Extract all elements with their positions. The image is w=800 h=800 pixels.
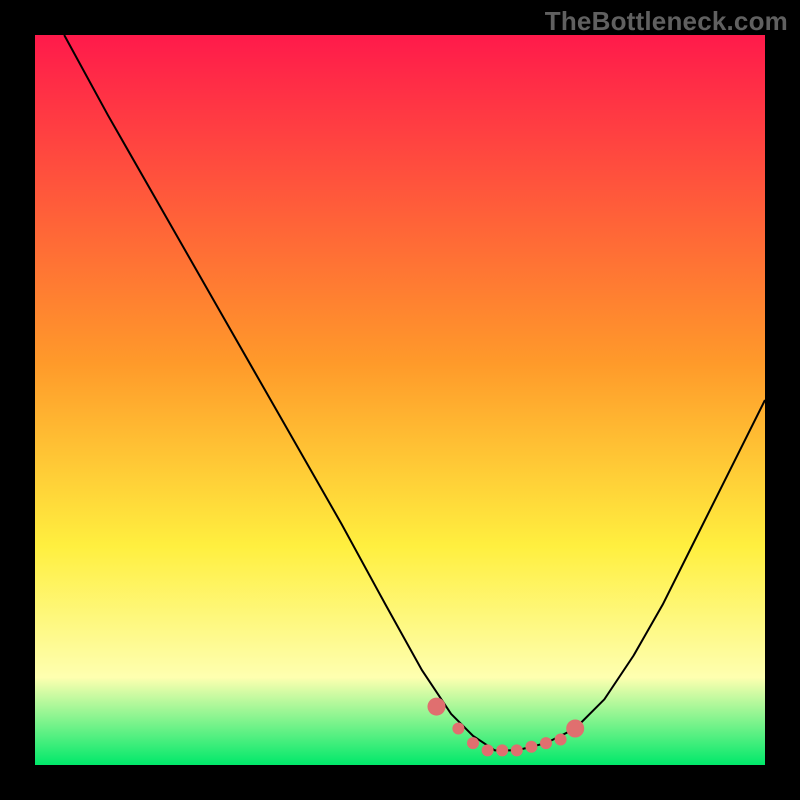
marker-dot: [525, 741, 537, 753]
marker-dot: [496, 744, 508, 756]
chart-frame: TheBottleneck.com: [0, 0, 800, 800]
marker-dot: [555, 734, 567, 746]
watermark-text: TheBottleneck.com: [545, 6, 788, 37]
bottleneck-chart: [35, 35, 765, 765]
marker-dot: [428, 698, 446, 716]
marker-dot: [467, 737, 479, 749]
marker-dot: [540, 737, 552, 749]
heatmap-background: [35, 35, 765, 765]
marker-dot: [566, 720, 584, 738]
marker-dot: [482, 744, 494, 756]
marker-dot: [511, 744, 523, 756]
marker-dot: [452, 723, 464, 735]
